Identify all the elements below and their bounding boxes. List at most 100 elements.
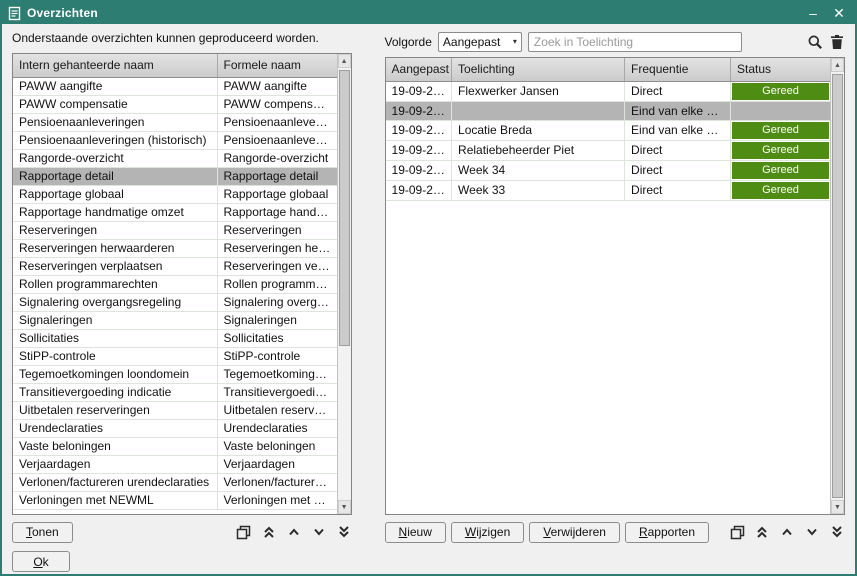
right-scrollbar[interactable]: ▲ ▼ [830,58,844,514]
table-row[interactable]: UrendeclaratiesUrendeclaraties [13,419,337,437]
cell[interactable]: Verjaardagen [13,455,217,473]
cell[interactable]: Locatie Breda [452,120,625,140]
cell[interactable]: Pensioenaanleveringen [217,113,337,131]
status-cell[interactable]: Gereed [731,160,830,180]
table-row[interactable]: Verlonen/factureren urendeclaratiesVerlo… [13,473,337,491]
cell[interactable]: 19-09-2023 [386,140,452,160]
status-cell[interactable]: Gereed [731,180,830,200]
move-top-button[interactable] [754,524,770,540]
cell[interactable]: Vaste beloningen [217,437,337,455]
table-row[interactable]: 19-09-2023Locatie BredaEind van elke wee… [386,120,830,140]
cell[interactable]: Tegemoetkomingen loondomein [13,365,217,383]
cell[interactable]: Signaleringen [13,311,217,329]
column-header-frequentie[interactable]: Frequentie [625,58,731,81]
cell[interactable]: Rapportage detail [13,167,217,185]
cell[interactable]: Reserveringen [217,221,337,239]
column-header-toelichting[interactable]: Toelichting [452,58,625,81]
cell[interactable]: Flexwerker Jansen [452,81,625,101]
column-header-aangepast[interactable]: Aangepast [386,58,452,81]
cell[interactable]: Uitbetalen reserveringen [217,401,337,419]
nieuw-button[interactable]: Nieuw [385,522,446,543]
cell[interactable]: Relatiebeheerder Piet [452,140,625,160]
cell[interactable]: Rollen programmarechten [217,275,337,293]
volgorde-select[interactable]: Aangepast ▾ [438,32,522,52]
move-bottom-button[interactable] [829,524,845,540]
cell[interactable]: Signaleringen [217,311,337,329]
cell[interactable]: Sollicitaties [13,329,217,347]
ok-button[interactable]: Ok [12,551,70,572]
cell[interactable]: Eind van elke week [625,120,731,140]
cell[interactable]: Transitievergoeding indicatie [13,383,217,401]
cell[interactable]: Verjaardagen [217,455,337,473]
scrollbar-track[interactable] [831,72,844,500]
cell[interactable]: PAWW aangifte [13,77,217,95]
cell[interactable]: Reserveringen verplaatsen [217,257,337,275]
copy-button[interactable] [236,524,252,540]
cell[interactable]: Verloningen met NeWML [217,491,337,509]
verwijderen-button[interactable]: Verwijderen [529,522,620,543]
column-header-formeel[interactable]: Formele naam [217,54,337,77]
table-row[interactable]: PAWW compensatiePAWW compensatie [13,95,337,113]
cell[interactable]: Rangorde-overzicht [13,149,217,167]
move-down-button[interactable] [804,524,820,540]
column-header-status[interactable]: Status [731,58,830,81]
table-row[interactable]: Rangorde-overzichtRangorde-overzicht [13,149,337,167]
cell[interactable]: 19-09-2023 [386,101,452,120]
move-bottom-button[interactable] [336,524,352,540]
scroll-down-button[interactable]: ▼ [831,500,844,514]
cell[interactable]: Sollicitaties [217,329,337,347]
table-row[interactable]: 19-09-2023Relatiebeheerder PietDirectGer… [386,140,830,160]
scroll-down-button[interactable]: ▼ [338,500,351,514]
copy-button[interactable] [729,524,745,540]
table-row[interactable]: SignaleringenSignaleringen [13,311,337,329]
cell[interactable]: Vaste beloningen [13,437,217,455]
cell[interactable]: Signalering overgangsregeling [217,293,337,311]
cell[interactable]: Verlonen/factureren urendeclaraties [217,473,337,491]
cell[interactable] [452,101,625,120]
cell[interactable]: Rangorde-overzicht [217,149,337,167]
search-input[interactable] [528,32,742,52]
table-row[interactable]: 19-09-2023Week 34DirectGereed [386,160,830,180]
close-button[interactable]: ✕ [829,3,849,23]
tonen-button[interactable]: Tonen [12,522,73,543]
cell[interactable]: Direct [625,180,731,200]
cell[interactable]: Pensioenaanleveringen [13,113,217,131]
cell[interactable]: Eind van elke maand [625,101,731,120]
cell[interactable]: Week 34 [452,160,625,180]
scrollbar-track[interactable] [338,68,351,500]
table-row[interactable]: PensioenaanleveringenPensioenaanlevering… [13,113,337,131]
cell[interactable]: PAWW aangifte [217,77,337,95]
wijzigen-button[interactable]: Wijzigen [451,522,524,543]
minimize-button[interactable]: – [803,3,823,23]
cell[interactable]: Rapportage handmatige omzet [13,203,217,221]
table-row[interactable]: Signalering overgangsregelingSignalering… [13,293,337,311]
scroll-up-button[interactable]: ▲ [338,54,351,68]
cell[interactable]: Reserveringen verplaatsen [13,257,217,275]
cell[interactable]: Verloningen met NEWML [13,491,217,509]
column-header-intern[interactable]: Intern gehanteerde naam [13,54,217,77]
cell[interactable]: Pensioenaanleveringen (historisch) [13,131,217,149]
table-row[interactable]: Rapportage detailRapportage detail [13,167,337,185]
table-row[interactable]: VerjaardagenVerjaardagen [13,455,337,473]
cell[interactable]: Signalering overgangsregeling [13,293,217,311]
cell[interactable]: Rapportage detail [217,167,337,185]
table-row[interactable]: 19-09-2023Flexwerker JansenDirectGereed [386,81,830,101]
rapporten-button[interactable]: Rapporten [625,522,709,543]
cell[interactable]: 19-09-2023 [386,160,452,180]
move-down-button[interactable] [311,524,327,540]
move-up-button[interactable] [286,524,302,540]
cell[interactable]: Direct [625,140,731,160]
delete-button[interactable] [829,34,845,50]
cell[interactable]: Direct [625,160,731,180]
table-row[interactable]: Tegemoetkomingen loondomeinTegemoetkomin… [13,365,337,383]
cell[interactable]: 19-09-2023 [386,180,452,200]
cell[interactable]: PAWW compensatie [13,95,217,113]
table-row[interactable]: SollicitatiesSollicitaties [13,329,337,347]
cell[interactable]: Pensioenaanleveringen (historisch) [217,131,337,149]
table-row[interactable]: Uitbetalen reserveringenUitbetalen reser… [13,401,337,419]
cell[interactable]: PAWW compensatie [217,95,337,113]
cell[interactable]: Uitbetalen reserveringen [13,401,217,419]
status-cell[interactable]: Gereed [731,81,830,101]
table-row[interactable]: StiPP-controleStiPP-controle [13,347,337,365]
cell[interactable]: Verlonen/factureren urendeclaraties [13,473,217,491]
